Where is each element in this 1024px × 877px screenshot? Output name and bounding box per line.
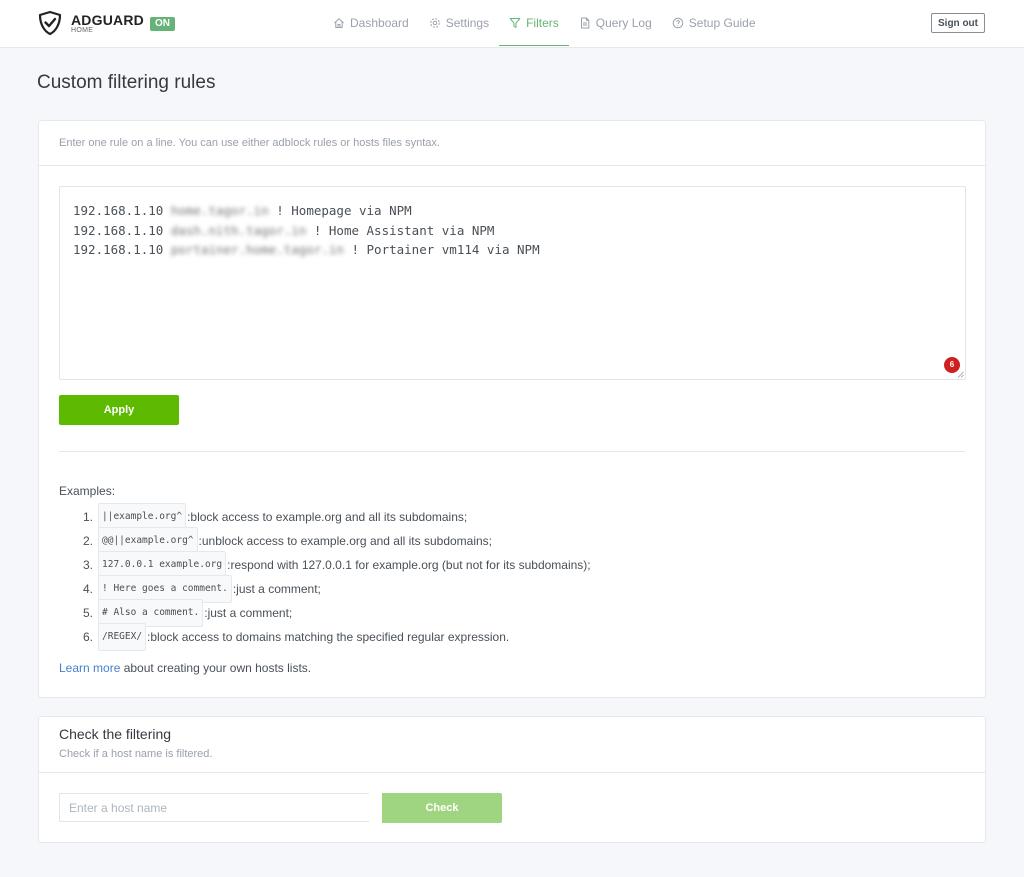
- example-number: 1.: [82, 510, 93, 524]
- learn-more-line: Learn more about creating your own hosts…: [59, 661, 311, 675]
- learn-more-link[interactable]: Learn more: [59, 661, 120, 675]
- rule-line: 192.168.1.10 portainer.home.tagor.in ! P…: [73, 240, 952, 260]
- rule-host-redacted: portainer.home.tagor.in: [170, 242, 344, 257]
- nav-query-log[interactable]: Query Log: [569, 0, 662, 46]
- example-code: /REGEX/: [98, 623, 147, 651]
- nav-query-log-label: Query Log: [595, 16, 652, 30]
- host-name-input[interactable]: [59, 793, 369, 822]
- rule-comment: ! Portainer vm114 via NPM: [351, 242, 540, 257]
- filter-icon: [509, 17, 521, 28]
- nav-filters-label: Filters: [526, 15, 559, 30]
- page-title: Custom filtering rules: [37, 72, 216, 93]
- rule-host-redacted: dash.nith.tagor.in: [170, 222, 307, 238]
- brand-subtitle: HOME: [71, 27, 94, 34]
- check-filtering-card: Check the filtering Check if a host name…: [38, 716, 986, 843]
- example-number: 6.: [82, 630, 93, 644]
- example-item: 3. 127.0.0.1 example.org:respond with 127…: [75, 551, 591, 579]
- gear-icon: [429, 18, 440, 28]
- check-button[interactable]: Check: [382, 793, 502, 823]
- rule-comment: ! Homepage via NPM: [276, 203, 412, 218]
- example-number: 4.: [82, 582, 93, 596]
- example-item: 5. # Also a comment.:just a comment;: [75, 599, 591, 627]
- example-number: 2.: [82, 534, 93, 548]
- rules-content[interactable]: 192.168.1.10 home.tagor.in ! Homepage vi…: [60, 187, 965, 274]
- nav-settings-label: Settings: [445, 16, 490, 30]
- rule-comment: ! Home Assistant via NPM: [313, 222, 495, 238]
- example-item: 4.! Here goes a comment.:just a comment;: [75, 575, 591, 603]
- example-text: :respond with 127.0.0.1 for example.org …: [227, 558, 591, 572]
- example-text: :block access to domains matching the sp…: [147, 630, 510, 644]
- divider: [39, 772, 985, 773]
- protection-status-badge: ON: [150, 17, 175, 31]
- nav-setup-guide-label: Setup Guide: [688, 16, 756, 30]
- check-subtitle: Check if a host name is filtered.: [59, 748, 213, 760]
- nav-dashboard-label: Dashboard: [350, 16, 409, 30]
- examples-list: 1. ||example.org^:block access to example…: [75, 503, 591, 651]
- divider: [59, 451, 965, 452]
- nav-setup-guide[interactable]: Setup Guide: [662, 0, 766, 46]
- example-text: :just a comment;: [204, 606, 293, 620]
- rule-host-redacted: home.tagor.in: [170, 203, 269, 218]
- help-circle-icon: [672, 17, 684, 29]
- brand-name: ADGUARD: [71, 12, 144, 28]
- example-text: :block access to example.org and all its…: [187, 510, 468, 524]
- example-item: 1. ||example.org^:block access to example…: [75, 503, 591, 531]
- apply-button[interactable]: Apply: [59, 395, 179, 425]
- example-item: 6. /REGEX/:block access to domains matchi…: [75, 623, 591, 651]
- rule-ip: 192.168.1.10: [73, 242, 164, 257]
- document-icon: [580, 17, 590, 29]
- home-icon: [334, 18, 344, 28]
- rule-ip: 192.168.1.10: [73, 203, 164, 218]
- resize-grip-icon[interactable]: [957, 371, 964, 378]
- top-header: ADGUARD HOME ON Dashboard Settings Filte…: [0, 0, 1024, 48]
- main-nav: Dashboard Settings Filters Query Log Set…: [333, 0, 766, 47]
- nav-settings[interactable]: Settings: [419, 0, 499, 46]
- shield-check-logo-icon: [38, 10, 62, 36]
- nav-dashboard[interactable]: Dashboard: [333, 0, 419, 46]
- rules-description: Enter one rule on a line. You can use ei…: [39, 121, 985, 166]
- example-text: :unblock access to example.org and all i…: [198, 534, 493, 548]
- rules-textarea[interactable]: 192.168.1.10 home.tagor.in ! Homepage vi…: [59, 186, 966, 380]
- rule-ip: 192.168.1.10: [73, 222, 164, 238]
- example-item: 2. @@||example.org^:unblock access to exa…: [75, 527, 591, 555]
- brand[interactable]: ADGUARD HOME: [37, 10, 144, 36]
- example-number: 5.: [82, 606, 93, 620]
- rule-line: 192.168.1.10 dash.nith.tagor.in ! Home A…: [73, 221, 952, 241]
- learn-more-text: about creating your own hosts lists.: [120, 661, 312, 675]
- rule-line: 192.168.1.10 home.tagor.in ! Homepage vi…: [73, 201, 952, 221]
- example-number: 3.: [82, 558, 93, 572]
- sign-out-button[interactable]: Sign out: [931, 13, 985, 33]
- check-title: Check the filtering: [59, 726, 172, 742]
- custom-rules-card: Enter one rule on a line. You can use ei…: [38, 120, 986, 698]
- example-text: :just a comment;: [232, 582, 321, 596]
- examples-title: Examples:: [59, 484, 116, 498]
- nav-filters[interactable]: Filters: [499, 0, 569, 46]
